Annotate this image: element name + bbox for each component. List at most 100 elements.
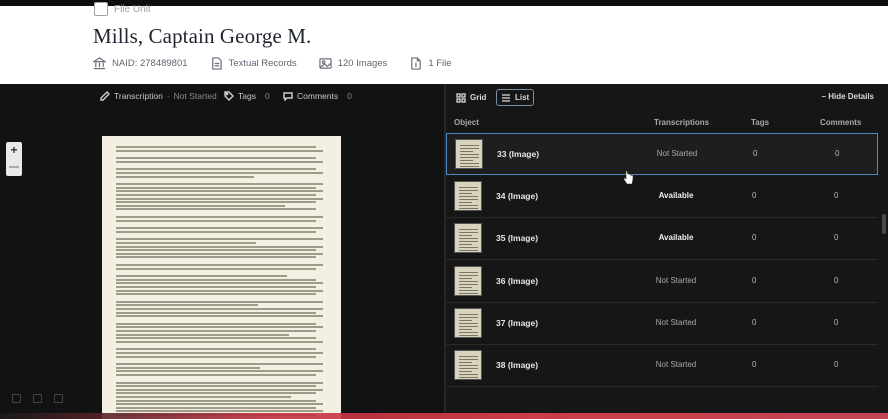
- document-text-line: [116, 157, 316, 160]
- fullscreen-icon[interactable]: [54, 394, 63, 403]
- table-row[interactable]: 36 (Image) Not Started 0 0: [446, 261, 878, 303]
- tab-comments-label: Comments: [297, 91, 339, 101]
- document-text-line: [116, 256, 316, 259]
- tab-transcription[interactable]: Transcription · Not Started: [100, 91, 217, 101]
- viewer-bottom-controls: [12, 394, 63, 403]
- table-row[interactable]: 37 (Image) Not Started 0 0: [446, 303, 878, 345]
- collapse-icon: –: [821, 92, 826, 101]
- document-text-line: [116, 194, 316, 196]
- row-name[interactable]: 33 (Image): [497, 149, 539, 159]
- tab-transcription-label: Transcription: [114, 91, 163, 101]
- document-text-line: [116, 264, 323, 266]
- file-unit-checkbox-row[interactable]: File Unit: [94, 2, 151, 16]
- row-comments-count: 0: [834, 233, 839, 242]
- naid-text: NAID: 278489801: [112, 58, 188, 69]
- list-view-button[interactable]: List: [496, 89, 535, 106]
- document-text-line: [116, 252, 323, 255]
- document-text-line: [116, 146, 316, 148]
- pause-icon[interactable]: [33, 394, 42, 403]
- document-text-line: [116, 315, 323, 318]
- row-thumbnail: [455, 139, 483, 169]
- table-row[interactable]: 38 (Image) Not Started 0 0: [446, 345, 878, 387]
- list-view-label: List: [515, 93, 530, 102]
- row-thumbnail: [454, 350, 482, 380]
- naid-item: NAID: 278489801: [91, 57, 188, 70]
- zoom-in-button[interactable]: +: [6, 142, 22, 159]
- document-text-line: [116, 406, 316, 409]
- document-text-line: [116, 348, 316, 351]
- table-row[interactable]: 35 (Image) Available 0 0: [446, 218, 878, 260]
- row-thumbnail: [454, 266, 482, 296]
- row-name[interactable]: 34 (Image): [496, 191, 538, 201]
- document-text-line: [116, 396, 291, 398]
- images-item: 120 Images: [318, 57, 388, 70]
- tab-transcription-status: Not Started: [173, 91, 217, 101]
- column-transcriptions[interactable]: Transcriptions: [654, 118, 709, 127]
- table-row[interactable]: 34 (Image) Available 0 0: [446, 176, 878, 218]
- comment-icon: [283, 92, 293, 101]
- rotate-icon[interactable]: [12, 394, 21, 403]
- row-comments-count: 0: [834, 318, 839, 327]
- document-text-line: [116, 278, 316, 281]
- row-transcription-status: Not Started: [656, 149, 698, 158]
- tab-tags[interactable]: Tags 0: [224, 91, 270, 101]
- document-text-line: [116, 403, 323, 406]
- document-text-line: [116, 168, 316, 171]
- images-count: 120 Images: [337, 58, 388, 69]
- row-thumbnail: [454, 181, 482, 211]
- document-text-line: [116, 286, 316, 288]
- document-icon: [210, 57, 223, 70]
- tab-comments[interactable]: Comments 0: [283, 91, 352, 101]
- document-text-line: [116, 293, 316, 296]
- zoom-out-button[interactable]: [9, 166, 19, 168]
- mouse-cursor-icon: [623, 171, 634, 185]
- building-icon: [91, 57, 108, 70]
- document-text-line: [116, 160, 323, 163]
- document-text-line: [116, 388, 323, 391]
- grid-view-button[interactable]: Grid: [452, 89, 490, 106]
- list-scrollbar[interactable]: [882, 214, 886, 234]
- row-tags-count: 0: [752, 276, 757, 285]
- row-name[interactable]: 36 (Image): [496, 276, 538, 286]
- document-text-line: [116, 289, 323, 292]
- row-transcription-status: Not Started: [655, 276, 697, 285]
- row-name[interactable]: 35 (Image): [496, 233, 538, 243]
- row-transcription-status: Not Started: [655, 318, 697, 327]
- document-text-line: [116, 227, 323, 230]
- document-text-line: [116, 322, 316, 325]
- files-count: 1 File: [428, 58, 452, 69]
- tab-tags-count: 0: [264, 91, 270, 101]
- column-comments[interactable]: Comments: [820, 118, 861, 127]
- document-text-line: [116, 230, 316, 233]
- document-text-line: [116, 308, 323, 310]
- document-text-line: [116, 381, 323, 384]
- hide-details-button[interactable]: – Hide Details: [822, 92, 874, 101]
- row-transcription-status: Not Started: [655, 360, 697, 369]
- row-comments-count: 0: [834, 276, 839, 285]
- grid-icon: [456, 92, 466, 103]
- document-text-line: [116, 245, 323, 248]
- document-text-line: [116, 300, 323, 303]
- record-header: File Unit Mills, Captain George M. NAID:…: [0, 2, 888, 84]
- document-viewer: Transcription · Not Started Tags 0 Comme…: [0, 84, 444, 419]
- document-text-line: [116, 326, 323, 329]
- document-text-line: [116, 304, 258, 307]
- hide-details-label: Hide Details: [828, 92, 874, 101]
- bottom-bar: [0, 413, 888, 419]
- document-text-line: [116, 149, 323, 152]
- page-title: Mills, Captain George M.: [93, 24, 312, 48]
- row-thumbnail: [454, 223, 482, 253]
- zoom-control[interactable]: +: [6, 142, 22, 176]
- column-tags[interactable]: Tags: [751, 118, 769, 127]
- viewer-tabs: Transcription · Not Started Tags 0 Comme…: [0, 84, 444, 108]
- row-name[interactable]: 37 (Image): [496, 318, 538, 328]
- file-unit-checkbox[interactable]: [94, 2, 108, 16]
- row-tags-count: 0: [752, 233, 757, 242]
- column-object[interactable]: Object: [454, 118, 479, 127]
- row-name[interactable]: 38 (Image): [496, 360, 538, 370]
- table-row[interactable]: 33 (Image) Not Started 0 0: [446, 133, 878, 175]
- row-tags-count: 0: [752, 191, 757, 200]
- document-text-line: [116, 190, 323, 193]
- document-text-line: [116, 337, 316, 340]
- grid-view-label: Grid: [470, 93, 487, 102]
